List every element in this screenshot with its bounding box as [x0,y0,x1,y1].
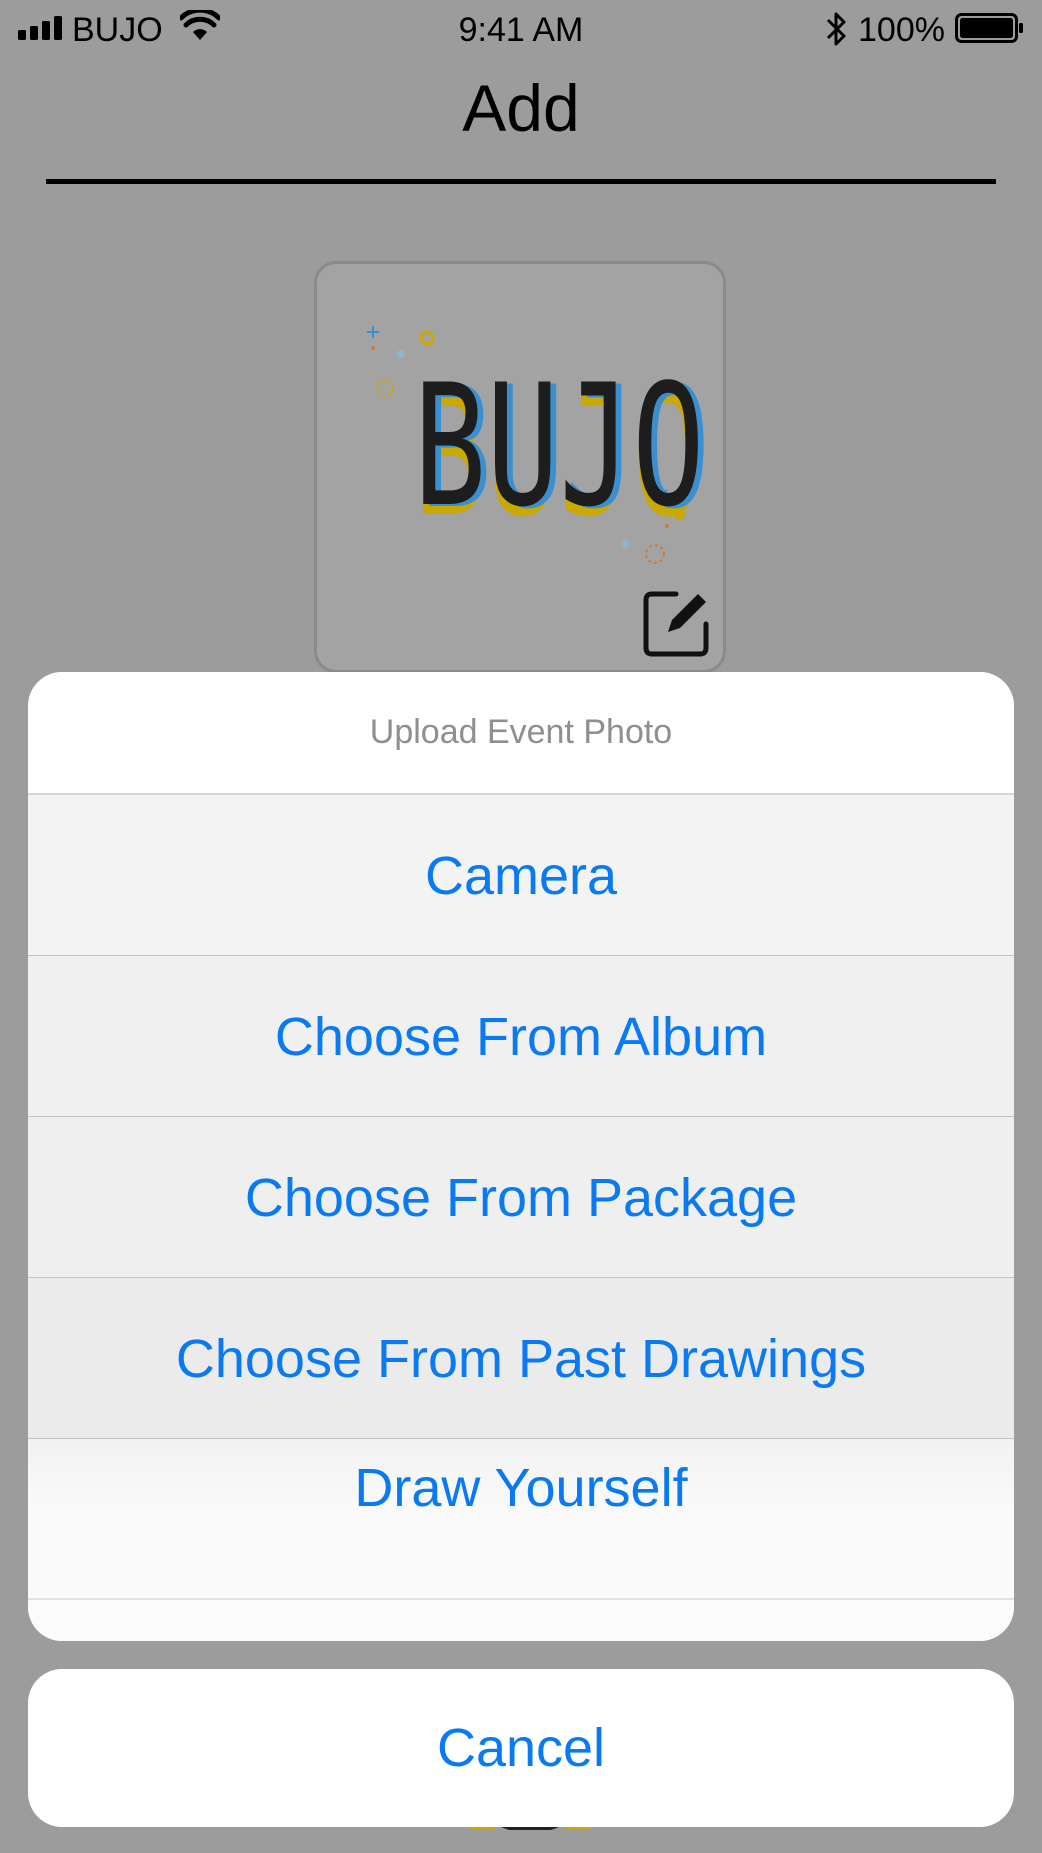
choose-from-past-drawings-button[interactable]: Choose From Past Drawings [28,1278,1014,1439]
camera-option-button[interactable]: Camera [28,795,1014,956]
choose-from-package-button[interactable]: Choose From Package [28,1117,1014,1278]
title-divider [46,179,996,184]
upload-photo-action-sheet: Upload Event Photo Camera Choose From Al… [28,672,1014,1641]
status-bar: BUJO 9:41 AM 100% [0,0,1042,60]
separator [28,1598,1014,1600]
bluetooth-icon [826,12,846,46]
logo-text: BUJO [413,348,704,544]
choose-from-album-button[interactable]: Choose From Album [28,956,1014,1117]
battery-percentage: 100% [858,11,945,49]
event-photo-card[interactable]: BUJO BUJO BUJO [314,261,726,673]
battery-icon [955,13,1023,43]
cancel-button[interactable]: Cancel [28,1669,1014,1827]
draw-yourself-button[interactable]: Draw Yourself [28,1439,1014,1641]
action-sheet-header: Upload Event Photo [28,672,1014,795]
action-sheet-title: Upload Event Photo [369,713,673,751]
edit-photo-icon[interactable] [642,586,714,658]
page-title: Add [462,71,580,145]
